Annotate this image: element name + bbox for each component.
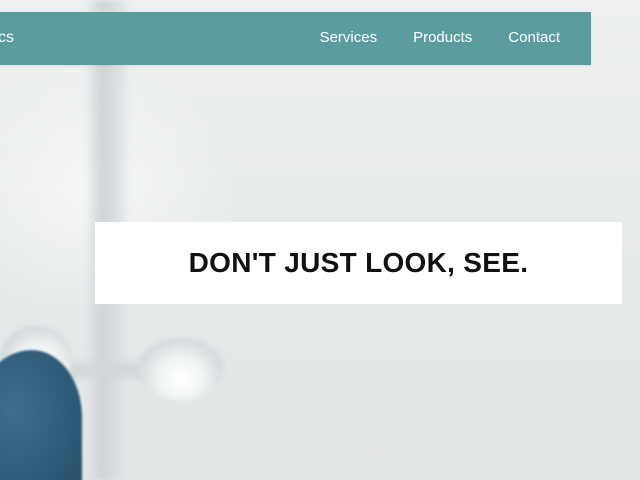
lamp-arm-image — [60, 362, 150, 378]
nav-link-contact[interactable]: Contact — [508, 29, 560, 47]
top-navigation-bar: cs Services Products Contact — [0, 12, 591, 65]
nav-links: Services Products Contact — [284, 29, 560, 47]
nav-link-services[interactable]: Services — [320, 29, 378, 47]
hero-tagline: DON'T JUST LOOK, SEE. — [188, 247, 529, 278]
lamp-light-image — [138, 338, 224, 400]
brand-logo-text[interactable]: cs — [0, 29, 14, 47]
hero-tagline-box: DON'T JUST LOOK, SEE. — [95, 222, 622, 304]
nav-link-products[interactable]: Products — [413, 29, 472, 47]
